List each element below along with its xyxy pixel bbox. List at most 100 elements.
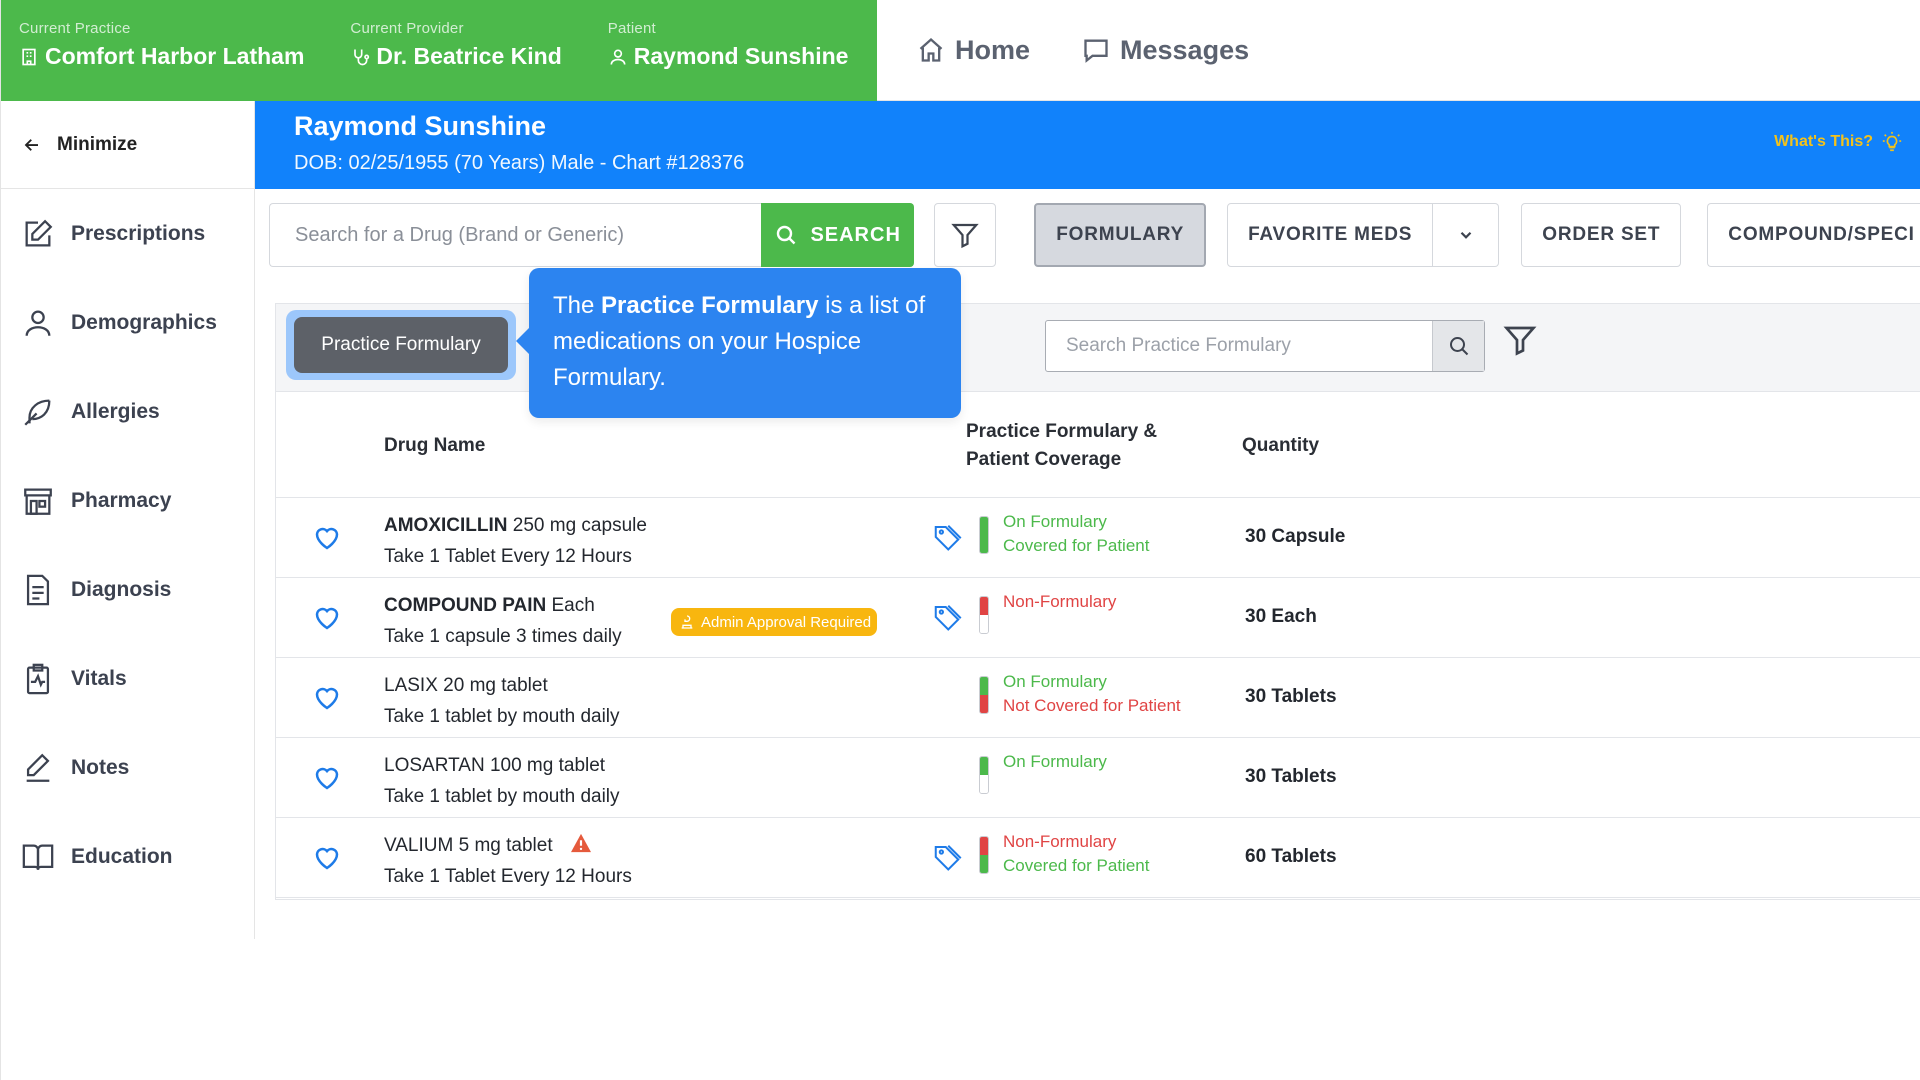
coverage-status: On Formulary bbox=[1003, 750, 1107, 774]
practice-formulary-search[interactable]: Search Practice Formulary bbox=[1045, 320, 1485, 372]
sidebar-item-diagnosis[interactable]: Diagnosis bbox=[1, 545, 254, 634]
sidebar-item-label: Education bbox=[71, 844, 173, 868]
context-bar: Current Practice Comfort Harbor Latham C… bbox=[1, 0, 877, 101]
arrow-left-icon bbox=[24, 138, 38, 151]
messages-link[interactable]: Messages bbox=[1082, 35, 1249, 66]
practice-formulary-search-button[interactable] bbox=[1432, 321, 1484, 371]
filter-icon bbox=[951, 223, 980, 249]
sidebar-item-vitals[interactable]: Vitals bbox=[1, 634, 254, 723]
current-patient[interactable]: Patient Raymond Sunshine bbox=[608, 20, 849, 101]
home-icon bbox=[919, 37, 943, 62]
search-icon bbox=[777, 225, 796, 245]
sidebar-item-demographics[interactable]: Demographics bbox=[1, 278, 254, 367]
compound-button[interactable]: COMPOUND/SPECI bbox=[1707, 203, 1920, 267]
sidebar-item-label: Pharmacy bbox=[71, 488, 172, 512]
tag-icon[interactable] bbox=[932, 602, 962, 632]
drug-detail: 5 mg tablet bbox=[453, 835, 553, 856]
table-row[interactable]: LOSARTAN 100 mg tablet Take 1 tablet by … bbox=[276, 738, 1920, 818]
patient-banner: Raymond Sunshine DOB: 02/25/1955 (70 Yea… bbox=[255, 101, 1920, 189]
document-icon bbox=[26, 574, 50, 605]
heart-icon[interactable] bbox=[312, 763, 342, 793]
approval-icon bbox=[681, 615, 693, 629]
sidebar-item-allergies[interactable]: Allergies bbox=[1, 367, 254, 456]
search-button[interactable]: SEARCH bbox=[760, 203, 915, 267]
heart-icon[interactable] bbox=[312, 843, 342, 873]
order-set-button[interactable]: ORDER SET bbox=[1521, 203, 1682, 267]
table-row[interactable]: COMPOUND PAIN Each Take 1 capsule 3 time… bbox=[276, 578, 1920, 658]
whats-this-label: What's This? bbox=[1774, 133, 1873, 150]
current-provider[interactable]: Current Provider Dr. Beatrice Kind bbox=[350, 20, 561, 101]
quantity: 60 Tablets bbox=[1245, 846, 1337, 867]
pen-icon bbox=[26, 753, 50, 782]
table-row[interactable]: VALIUM 5 mg tablet Take 1 Tablet Every 1… bbox=[276, 818, 1920, 898]
coverage-status: On Formulary Covered for Patient bbox=[1003, 510, 1149, 558]
heart-icon[interactable] bbox=[312, 523, 342, 553]
drug-sig: Take 1 tablet by mouth daily bbox=[384, 706, 620, 727]
drug-cell: LASIX 20 mg tablet Take 1 tablet by mout… bbox=[384, 670, 620, 732]
stethoscope-icon bbox=[354, 49, 370, 65]
quantity: 30 Tablets bbox=[1245, 766, 1337, 787]
sidebar-item-prescriptions[interactable]: Prescriptions bbox=[1, 189, 254, 278]
minimize-button[interactable]: Minimize bbox=[1, 101, 254, 189]
filter-icon[interactable] bbox=[1502, 322, 1538, 358]
practice-formulary-tooltip: The Practice Formulary is a list of medi… bbox=[516, 268, 961, 418]
current-patient-value-row: Raymond Sunshine bbox=[608, 43, 849, 70]
drug-cell: LOSARTAN 100 mg tablet Take 1 tablet by … bbox=[384, 750, 620, 812]
messages-label: Messages bbox=[1120, 34, 1250, 65]
top-nav: Home Messages bbox=[877, 0, 1249, 100]
coverage-status: On Formulary Not Covered for Patient bbox=[1003, 670, 1181, 718]
coverage-indicator bbox=[979, 596, 989, 634]
drug-filter-button[interactable] bbox=[934, 203, 997, 267]
current-practice-label: Current Practice bbox=[19, 20, 131, 37]
sidebar-item-label: Diagnosis bbox=[71, 577, 172, 601]
tag-icon[interactable] bbox=[932, 842, 962, 872]
drug-sig: Take 1 Tablet Every 12 Hours bbox=[384, 866, 632, 887]
sidebar-item-label: Prescriptions bbox=[71, 221, 206, 245]
drug-detail: Each bbox=[546, 595, 595, 616]
coverage-status: Non-Formulary bbox=[1003, 590, 1116, 614]
message-icon bbox=[1084, 39, 1108, 63]
current-provider-value-row: Dr. Beatrice Kind bbox=[350, 43, 562, 70]
edit-icon bbox=[25, 219, 53, 246]
practice-formulary-search-placeholder: Search Practice Formulary bbox=[1066, 335, 1291, 356]
drug-search-input[interactable]: Search for a Drug (Brand or Generic) bbox=[269, 203, 761, 267]
drug-detail: 100 mg tablet bbox=[484, 755, 606, 776]
coverage-indicator bbox=[979, 836, 989, 874]
quantity: 30 Each bbox=[1245, 606, 1317, 627]
column-quantity: Quantity bbox=[1242, 435, 1320, 456]
formulary-button[interactable]: FORMULARY bbox=[1034, 203, 1207, 267]
practice-formulary-chip[interactable]: Practice Formulary bbox=[294, 317, 508, 373]
heart-icon[interactable] bbox=[312, 603, 342, 633]
coverage-indicator bbox=[979, 676, 989, 714]
favorite-meds-button[interactable]: FAVORITE MEDS bbox=[1227, 203, 1434, 267]
warning-icon bbox=[570, 833, 591, 853]
favorite-meds-dropdown[interactable] bbox=[1433, 203, 1500, 267]
user-icon bbox=[610, 49, 626, 65]
sidebar-item-education[interactable]: Education bbox=[1, 812, 254, 901]
book-icon bbox=[22, 844, 54, 870]
drug-sig: Take 1 capsule 3 times daily bbox=[384, 626, 622, 647]
home-link[interactable]: Home bbox=[917, 35, 1030, 66]
formulary-table-header: Drug Name Practice Formulary & Patient C… bbox=[276, 392, 1920, 498]
drug-cell: AMOXICILLIN 250 mg capsule Take 1 Tablet… bbox=[384, 510, 647, 572]
whats-this-link[interactable]: What's This? bbox=[1774, 131, 1903, 153]
table-row[interactable]: AMOXICILLIN 250 mg capsule Take 1 Tablet… bbox=[276, 498, 1920, 578]
sidebar-item-label: Allergies bbox=[71, 399, 160, 423]
store-icon bbox=[24, 488, 52, 515]
tag-icon[interactable] bbox=[932, 522, 962, 552]
sidebar-item-pharmacy[interactable]: Pharmacy bbox=[1, 456, 254, 545]
coverage-status: Non-Formulary Covered for Patient bbox=[1003, 830, 1149, 878]
current-patient-value: Raymond Sunshine bbox=[633, 43, 849, 69]
tooltip-text-bold: Practice Formulary bbox=[601, 292, 819, 319]
current-practice[interactable]: Current Practice Comfort Harbor Latham bbox=[19, 20, 304, 101]
lightbulb-icon bbox=[1882, 131, 1902, 152]
formulary-status: On Formulary bbox=[1003, 752, 1107, 771]
table-row[interactable]: LASIX 20 mg tablet Take 1 tablet by mout… bbox=[276, 658, 1920, 738]
sidebar-item-notes[interactable]: Notes bbox=[1, 723, 254, 812]
quantity: 30 Capsule bbox=[1245, 526, 1346, 547]
drug-name: LASIX bbox=[384, 675, 438, 696]
column-coverage-line2: Patient Coverage bbox=[966, 449, 1122, 470]
chevron-down-icon bbox=[1460, 231, 1472, 239]
heart-icon[interactable] bbox=[312, 683, 342, 713]
admin-approval-badge: Admin Approval Required bbox=[671, 608, 878, 636]
